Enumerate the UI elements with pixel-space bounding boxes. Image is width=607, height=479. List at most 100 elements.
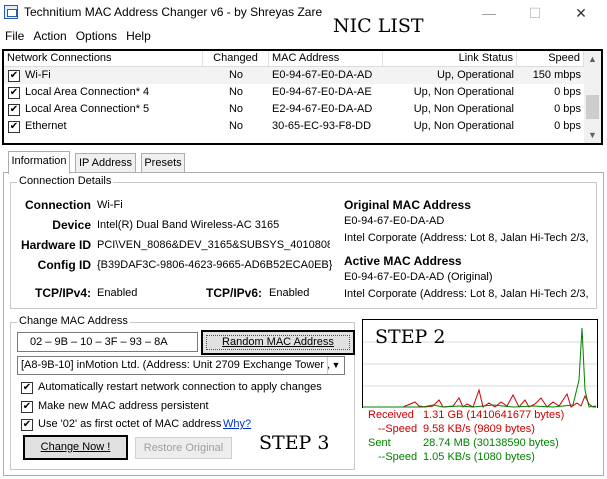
- menu-bar: File Action Options Help: [0, 26, 607, 46]
- nic-name: Local Area Connection* 5: [25, 103, 150, 115]
- nic-list-scrollbar[interactable]: ▲ ▼: [584, 51, 601, 143]
- why-link[interactable]: Why?: [223, 418, 251, 430]
- scroll-up-icon[interactable]: ▲: [584, 51, 601, 67]
- title-bar: Technitium MAC Address Changer v6 - by S…: [0, 0, 607, 37]
- traffic-graph: STEP 2: [362, 319, 598, 409]
- tab-presets[interactable]: Presets: [141, 153, 185, 173]
- nic-checkbox[interactable]: ✔: [8, 104, 20, 116]
- active-mac-title: Active MAC Address: [344, 254, 462, 268]
- menu-options[interactable]: Options: [71, 26, 121, 45]
- nic-mac: E0-94-67-E0-DA-AD: [272, 69, 373, 81]
- annotation-step2: STEP 2: [375, 326, 446, 348]
- nic-changed: No: [228, 103, 244, 115]
- tcpipv4-value: Enabled: [97, 287, 138, 299]
- config-id-value: {B39DAF3C-9806-4623-9665-AD6B52ECA0EB}: [97, 259, 332, 271]
- window-title: Technitium MAC Address Changer v6 - by S…: [24, 5, 323, 19]
- tab-ip-address[interactable]: IP Address: [75, 153, 136, 173]
- tcpipv4-label: TCP/IPv4:: [34, 286, 91, 300]
- connection-details-title: Connection Details: [17, 175, 114, 187]
- nic-list-header: Network Connections Changed MAC Address …: [4, 51, 584, 67]
- close-button[interactable]: ✕: [561, 0, 601, 26]
- nic-name: Local Area Connection* 4: [25, 86, 150, 98]
- nic-changed: No: [228, 69, 244, 81]
- received-speed-label: --Speed: [378, 423, 418, 435]
- active-mac-vendor: Intel Corporate (Address: Lot 8, Jalan H…: [344, 288, 588, 300]
- nic-row[interactable]: ✔ Ethernet No 30-65-EC-93-F8-DD Up, Non …: [4, 118, 584, 135]
- auto-restart-checkbox[interactable]: ✔: [21, 382, 33, 394]
- hardware-id-label: Hardware ID: [20, 238, 91, 252]
- nic-changed: No: [228, 86, 244, 98]
- original-mac-vendor: Intel Corporate (Address: Lot 8, Jalan H…: [344, 232, 588, 244]
- scroll-down-icon[interactable]: ▼: [584, 127, 601, 143]
- column-link-status[interactable]: Link Status: [383, 51, 517, 67]
- use-02-label[interactable]: Use '02' as first octet of MAC address: [38, 418, 221, 430]
- nic-speed: 0 bps: [554, 103, 581, 115]
- chevron-down-icon[interactable]: ▼: [327, 357, 344, 374]
- nic-speed: 150 mbps: [532, 69, 581, 81]
- nic-row[interactable]: ✔ Local Area Connection* 4 No E0-94-67-E…: [4, 84, 584, 101]
- nic-mac: 30-65-EC-93-F8-DD: [272, 120, 372, 132]
- persistent-checkbox[interactable]: ✔: [21, 401, 33, 413]
- nic-checkbox[interactable]: ✔: [8, 121, 20, 133]
- nic-status: Up, Non Operational: [413, 120, 514, 132]
- column-changed[interactable]: Changed: [203, 51, 269, 67]
- nic-speed: 0 bps: [554, 86, 581, 98]
- annotation-step3: STEP 3: [259, 432, 330, 454]
- nic-row[interactable]: ✔ Local Area Connection* 5 No E2-94-67-E…: [4, 101, 584, 118]
- received-value: 1.31 GB (1410641677 bytes): [423, 409, 565, 421]
- column-speed[interactable]: Speed: [517, 51, 584, 67]
- change-now-button[interactable]: Change Now !: [23, 435, 128, 460]
- nic-status: Up, Non Operational: [413, 86, 514, 98]
- auto-restart-label[interactable]: Automatically restart network connection…: [38, 381, 322, 393]
- device-value: Intel(R) Dual Band Wireless-AC 3165: [97, 219, 280, 231]
- change-mac-title: Change MAC Address: [17, 315, 130, 327]
- received-trace: [363, 388, 596, 408]
- use-02-checkbox[interactable]: ✔: [21, 419, 33, 431]
- random-mac-button[interactable]: Random MAC Address: [201, 330, 355, 355]
- nic-name: Wi-Fi: [25, 69, 51, 81]
- random-mac-label: Random MAC Address: [222, 336, 334, 348]
- connection-value: Wi-Fi: [97, 199, 123, 211]
- tcpipv6-label: TCP/IPv6:: [205, 286, 262, 300]
- config-id-label: Config ID: [37, 258, 91, 272]
- column-network-connections[interactable]: Network Connections: [4, 51, 203, 67]
- nic-checkbox[interactable]: ✔: [8, 70, 20, 82]
- menu-action[interactable]: Action: [28, 26, 70, 45]
- column-mac-address[interactable]: MAC Address: [269, 51, 383, 67]
- tcpipv6-value: Enabled: [269, 287, 310, 299]
- nic-changed: No: [228, 120, 244, 132]
- nic-speed: 0 bps: [554, 120, 581, 132]
- restore-original-button[interactable]: Restore Original: [135, 437, 232, 459]
- hardware-id-value: PCI\VEN_8086&DEV_3165&SUBSYS_4010808: [97, 239, 330, 251]
- menu-help[interactable]: Help: [121, 26, 155, 45]
- vendor-select[interactable]: [A8-9B-10] inMotion Ltd. (Address: Unit …: [17, 356, 345, 375]
- nic-checkbox[interactable]: ✔: [8, 87, 20, 99]
- active-mac-value: E0-94-67-E0-DA-AD (Original): [344, 271, 493, 283]
- original-mac-value: E0-94-67-E0-DA-AD: [344, 215, 445, 227]
- device-label: Device: [52, 218, 91, 232]
- nic-status: Up, Non Operational: [413, 103, 514, 115]
- sent-value: 28.74 MB (30138590 bytes): [423, 437, 559, 449]
- scroll-thumb[interactable]: [586, 95, 599, 119]
- sent-label: Sent: [368, 437, 391, 449]
- sent-speed-value: 1.05 KB/s (1080 bytes): [423, 451, 535, 463]
- tab-information[interactable]: Information: [8, 151, 70, 174]
- nic-mac: E0-94-67-E0-DA-AE: [272, 86, 372, 98]
- received-speed-value: 9.58 KB/s (9809 bytes): [423, 423, 535, 435]
- minimize-button[interactable]: —: [469, 0, 509, 26]
- nic-name: Ethernet: [25, 120, 67, 132]
- original-mac-title: Original MAC Address: [344, 198, 471, 212]
- vendor-select-value: [A8-9B-10] inMotion Ltd. (Address: Unit …: [21, 359, 331, 371]
- mac-address-input[interactable]: 02 – 9B – 10 – 3F – 93 – 8A: [17, 332, 198, 352]
- menu-file[interactable]: File: [0, 26, 28, 45]
- nic-row[interactable]: ✔ Wi-Fi No E0-94-67-E0-DA-AD Up, Operati…: [4, 67, 584, 84]
- received-label: Received: [368, 409, 414, 421]
- maximize-button[interactable]: ☐: [515, 0, 555, 26]
- sent-speed-label: --Speed: [378, 451, 418, 463]
- nic-mac: E2-94-67-E0-DA-AD: [272, 103, 373, 115]
- connection-label: Connection: [25, 198, 91, 212]
- nic-list[interactable]: Network Connections Changed MAC Address …: [2, 49, 603, 145]
- app-icon: [4, 5, 18, 19]
- persistent-label[interactable]: Make new MAC address persistent: [38, 400, 209, 412]
- change-now-label: Change Now !: [40, 441, 111, 453]
